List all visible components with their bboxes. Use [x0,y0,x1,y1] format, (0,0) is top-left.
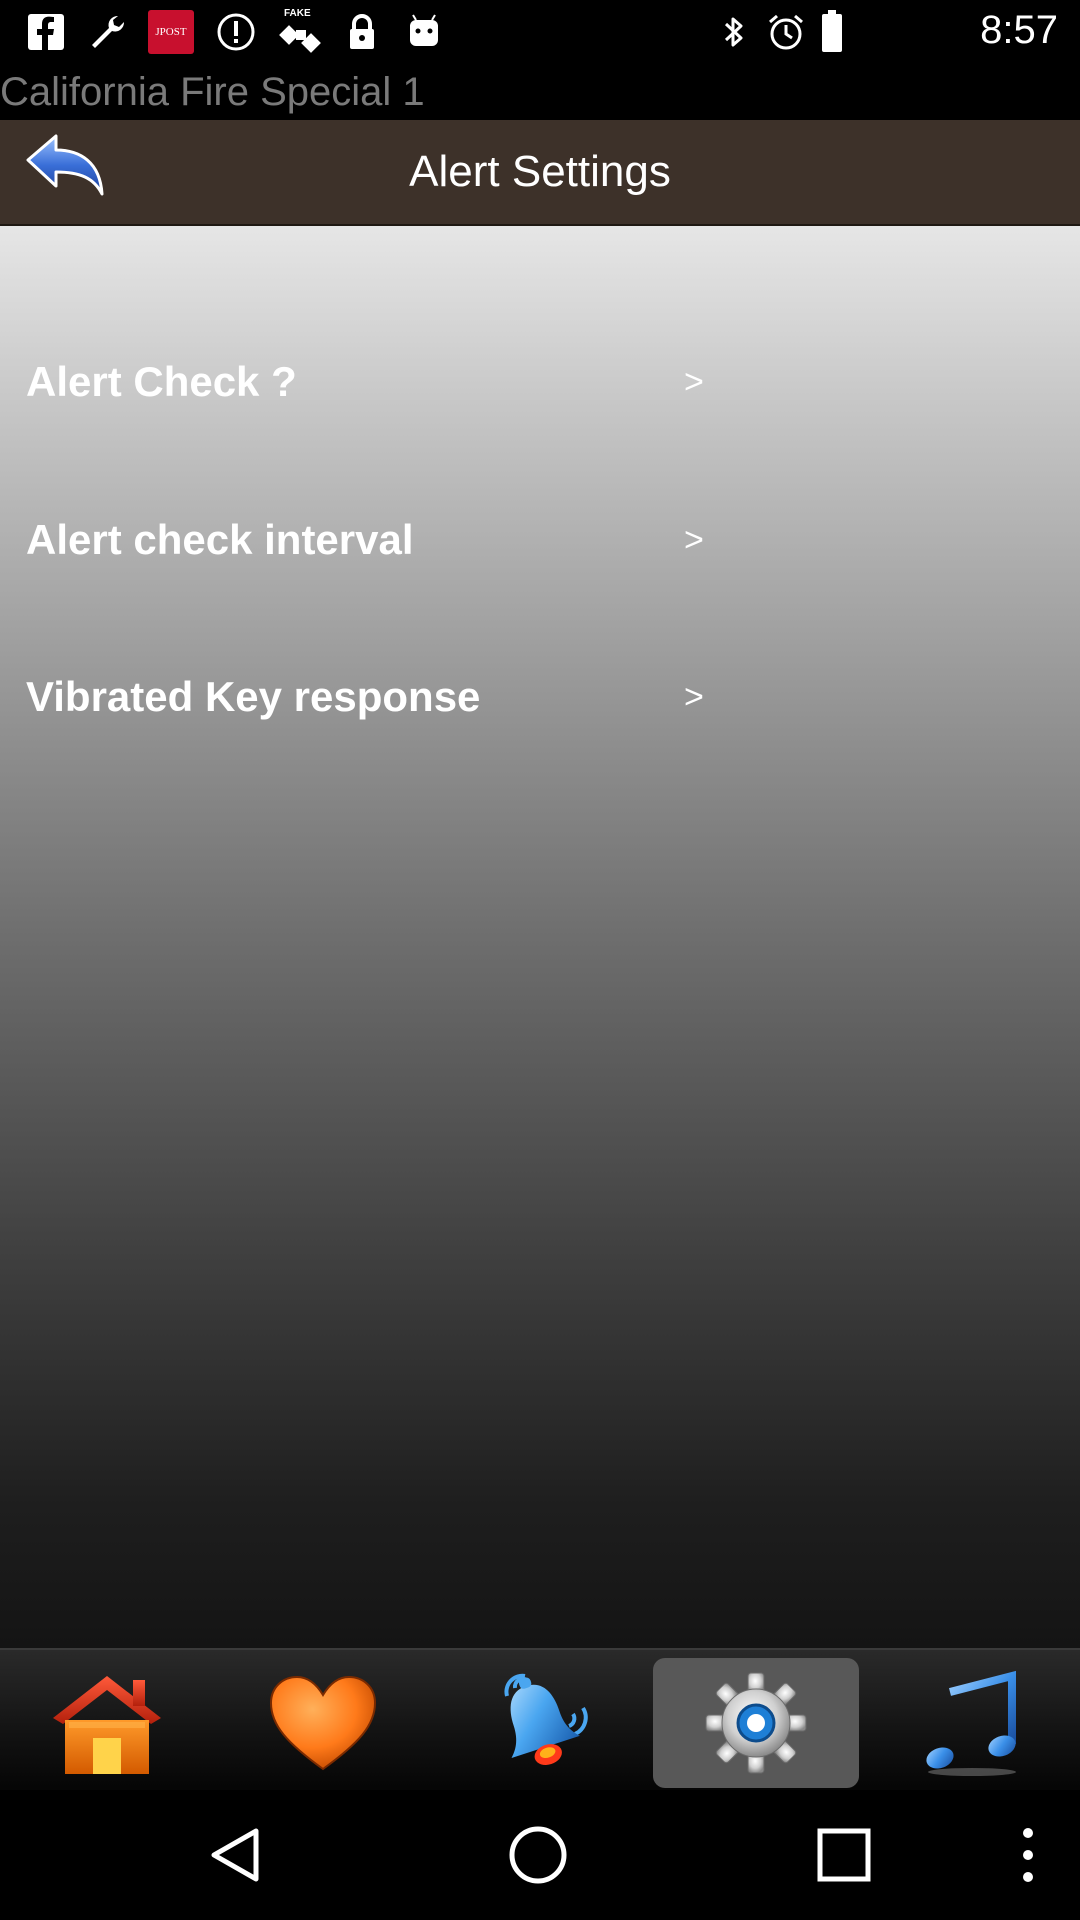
jpost-icon: JPOST [148,10,194,54]
more-dots-icon [1023,1828,1033,1882]
chevron-right-icon: > [684,363,704,401]
bottom-tab-bar [0,1648,1080,1792]
jpost-label: JPOST [155,26,187,38]
nav-home-button[interactable] [508,1825,568,1885]
tab-home[interactable] [4,1658,210,1788]
back-button[interactable] [24,132,108,212]
fake-label: FAKE [284,8,311,19]
setting-row-vibrated-key-response[interactable]: Vibrated Key response > [0,657,1080,737]
chevron-right-icon: > [684,678,704,716]
bluetooth-icon [724,17,743,47]
bell-icon [504,1673,588,1765]
heart-icon [269,1675,377,1771]
lock-icon [350,14,374,49]
home-circle-icon [509,1826,567,1884]
gear-icon [705,1672,807,1774]
battery-icon [822,10,842,52]
back-triangle-icon [211,1828,259,1882]
android-icon [410,14,438,46]
setting-row-alert-check[interactable]: Alert Check ? > [0,342,1080,422]
status-time: 8:57 [980,8,1058,52]
tab-music[interactable] [868,1658,1074,1788]
tab-settings[interactable] [653,1658,859,1788]
recents-square-icon [817,1828,871,1882]
app-screen: JPOST FAKE 8:57 California Fire Special … [0,0,1080,1920]
nav-more-button[interactable] [998,1825,1058,1885]
back-arrow-icon [26,134,104,196]
setting-label: Alert check interval [26,516,414,563]
system-nav-bar [0,1790,1080,1920]
home-icon [53,1676,161,1774]
nav-recents-button[interactable] [814,1825,874,1885]
info-icon [217,13,255,51]
nav-back-button[interactable] [206,1825,266,1885]
satellite-icon: FAKE [274,8,326,56]
settings-list: Alert Check ? > Alert check interval > V… [0,226,1080,1648]
page-title: Alert Settings [409,147,671,196]
header-bar: Alert Settings [0,120,1080,226]
alarm-icon [769,14,803,50]
setting-label: Alert Check ? [26,358,297,405]
tab-alerts[interactable] [436,1658,642,1788]
tab-favorites[interactable] [220,1658,426,1788]
chevron-right-icon: > [684,521,704,559]
status-bar: JPOST FAKE 8:57 [0,0,1080,64]
app-title: California Fire Special 1 [0,64,1080,120]
music-note-icon [926,1670,1016,1776]
setting-label: Vibrated Key response [26,673,481,720]
wrench-icon [92,15,125,48]
facebook-icon [28,14,64,51]
setting-row-alert-check-interval[interactable]: Alert check interval > [0,500,1080,580]
